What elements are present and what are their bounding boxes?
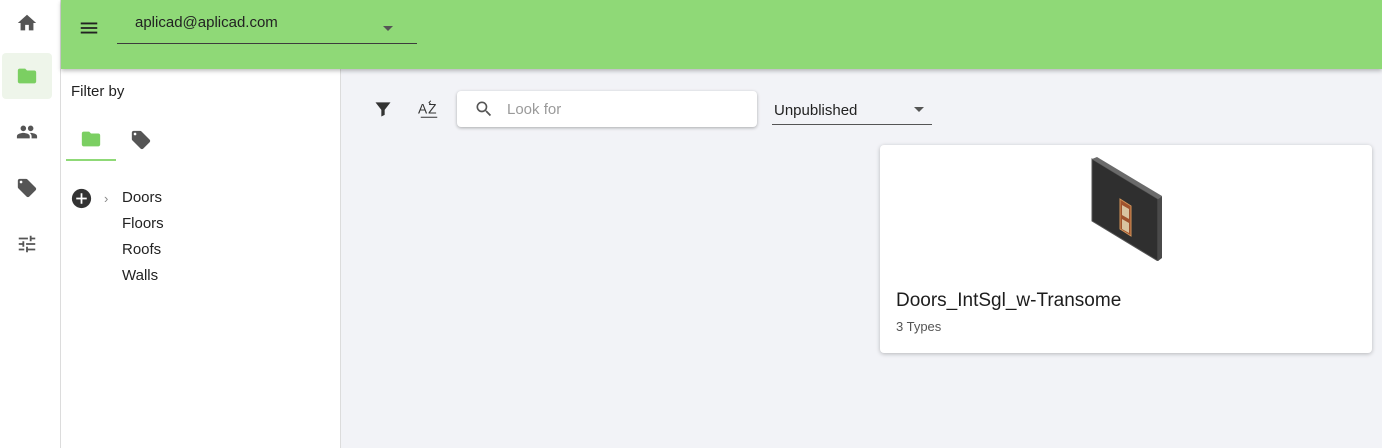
tab-tags[interactable] [116,119,166,161]
rail-folders-button[interactable] [2,53,52,99]
search-icon [476,101,492,117]
add-folder-icon[interactable] [71,188,92,209]
svg-text:Z: Z [428,102,436,117]
tree-item-roofs[interactable]: Roofs [122,241,161,258]
chevron-right-icon[interactable]: › [104,191,108,206]
rail-tags-button[interactable] [2,165,52,211]
search-input[interactable] [507,91,747,127]
folder-icon [81,131,101,147]
tree-item-walls[interactable]: Walls [122,267,158,284]
top-app-bar: aplicad@aplicad.com [61,0,1382,69]
menu-button[interactable] [77,16,101,40]
tag-icon [131,130,151,150]
account-select[interactable]: aplicad@aplicad.com [117,6,417,44]
svg-text:A: A [418,102,428,117]
card-subtitle: 3 Types [896,319,942,334]
status-value: Unpublished [774,102,858,119]
tree-item-floors[interactable]: Floors [122,215,164,232]
home-icon [17,14,37,31]
account-value: aplicad@aplicad.com [135,14,278,31]
filter-button[interactable] [372,98,394,120]
chevron-down-icon [914,107,924,112]
door-thumbnail [1091,157,1162,261]
status-select[interactable]: Unpublished [772,96,932,125]
rail-users-button[interactable] [2,109,52,155]
filter-title: Filter by [71,83,125,100]
rail-settings-button[interactable] [2,221,52,267]
folder-icon [17,68,37,84]
family-card[interactable]: Doors_IntSgl_w-Transome 3 Types [880,145,1372,353]
chevron-down-icon [383,26,393,31]
filter-panel: Filter by › Doors Floors Roofs Walls [61,69,341,448]
tab-folders[interactable] [66,119,116,161]
filter-icon [375,102,391,117]
rail-home-button[interactable] [2,0,52,46]
hamburger-icon [80,22,98,34]
card-title: Doors_IntSgl_w-Transome [896,290,1122,311]
nav-rail [0,0,61,448]
sort-button[interactable]: A Z [418,98,440,120]
people-icon [16,125,38,139]
sort-az-icon: A Z [418,100,438,118]
search-box [457,91,757,127]
tag-icon [17,178,37,198]
tree-item-doors[interactable]: Doors [122,189,162,206]
tune-icon [18,235,36,253]
